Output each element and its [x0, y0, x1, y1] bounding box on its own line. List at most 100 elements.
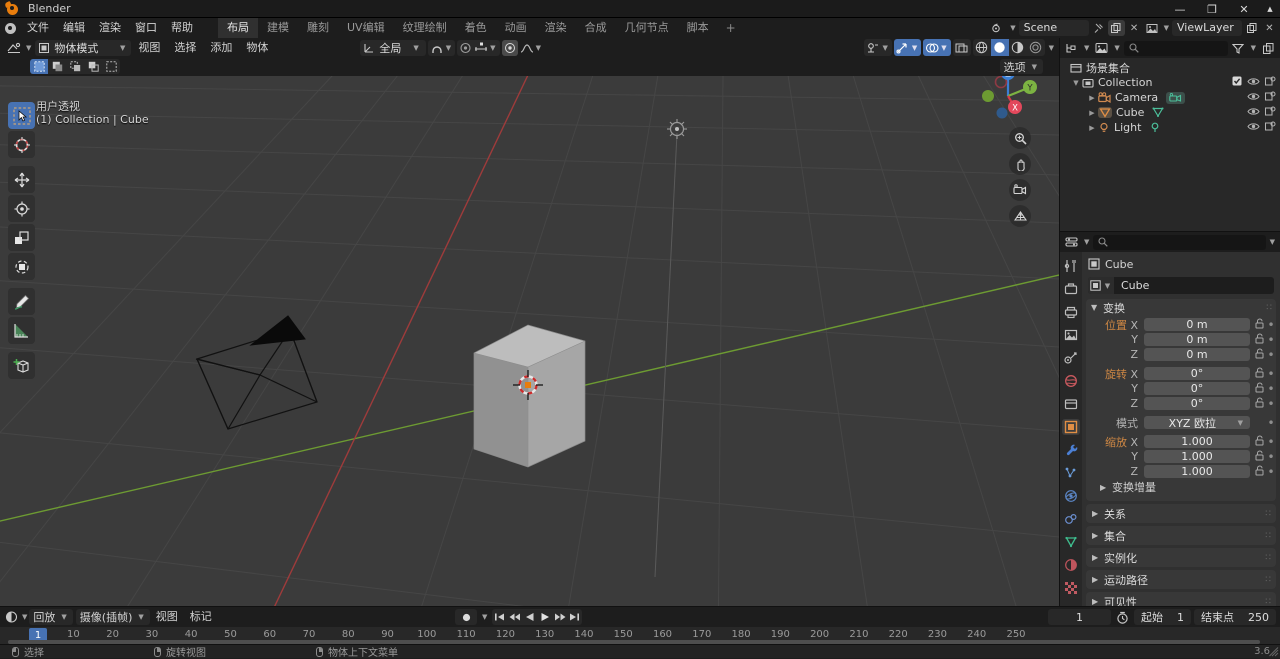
timeline-editor[interactable]: ▼ 回放 ▼ 摄像(插帧) ▼ 视图 标记 ▼ [0, 606, 1280, 644]
rotation-y-animate-icon[interactable]: • [1266, 382, 1276, 396]
physics-tab[interactable] [1062, 488, 1080, 504]
camera-disable-render-icon[interactable] [1265, 91, 1276, 104]
location-y-animate-icon[interactable]: • [1266, 333, 1276, 347]
light-disable-render-icon[interactable] [1265, 121, 1276, 134]
location-y-lock-icon[interactable] [1253, 333, 1266, 347]
outliner-new-collection-icon[interactable] [1260, 40, 1277, 56]
rotation-mode-animate-icon[interactable]: • [1266, 416, 1276, 430]
scale-x-field[interactable]: 1.000 [1144, 435, 1250, 448]
select-extend-mode-icon[interactable] [48, 59, 66, 74]
material-tab[interactable] [1062, 557, 1080, 573]
visibility-chevron-icon[interactable]: ▼ [882, 44, 887, 52]
light-data-icon[interactable] [1149, 122, 1161, 133]
outliner-display-mode-icon[interactable] [1093, 40, 1110, 56]
object-data-tab[interactable] [1062, 534, 1080, 550]
motion-paths-panel[interactable]: ▶ 运动路径 ∷ [1086, 570, 1276, 589]
camera-view-button[interactable] [1009, 179, 1031, 201]
viewlayer-browse-chevron-icon[interactable]: ▼ [1164, 24, 1169, 32]
outliner-row-camera[interactable]: ▶ Camera [1060, 90, 1280, 105]
rotation-x-animate-icon[interactable]: • [1266, 367, 1276, 381]
collection-checkbox[interactable] [1232, 76, 1242, 89]
location-z-field[interactable]: 0 m [1144, 348, 1250, 361]
collection-tab[interactable] [1062, 396, 1080, 412]
snap-controls[interactable]: ▼ [428, 40, 455, 56]
workspace-tab-layout[interactable]: 布局 [218, 18, 258, 38]
rotation-z-field[interactable]: 0° [1144, 397, 1250, 410]
rotation-z-animate-icon[interactable]: • [1266, 397, 1276, 411]
close-button[interactable]: ✕ [1228, 0, 1260, 18]
tool-cursor[interactable] [8, 131, 35, 158]
object-name-field[interactable]: Cube [1121, 279, 1149, 292]
mesh-data-icon[interactable] [1152, 107, 1164, 118]
light-hide-eye-icon[interactable] [1247, 121, 1260, 134]
playback-menu[interactable]: 回放 ▼ [29, 609, 72, 625]
workspace-tab-rendering[interactable]: 渲染 [536, 18, 576, 38]
collection-hide-eye-icon[interactable] [1247, 76, 1260, 89]
cube-disclosure-icon[interactable]: ▶ [1086, 109, 1098, 117]
rotation-y-field[interactable]: 0° [1144, 382, 1250, 395]
texture-tab[interactable] [1062, 580, 1080, 596]
falloff-chevron-icon[interactable]: ▼ [490, 44, 495, 52]
tool-annotate[interactable] [8, 288, 35, 315]
outliner-editor-type-icon[interactable] [1063, 40, 1080, 56]
outliner-row-cube[interactable]: ▶ Cube [1060, 105, 1280, 120]
timeline-editor-chevron-icon[interactable]: ▼ [22, 613, 27, 621]
overlay-chevron-icon[interactable]: ▼ [941, 44, 946, 52]
zoom-view-button[interactable] [1009, 127, 1031, 149]
play-reverse-button[interactable] [522, 609, 537, 625]
collections-panel[interactable]: ▶ 集合 ∷ [1086, 526, 1276, 545]
proportional-edit-controls[interactable]: ▼ [457, 40, 499, 56]
scene-browse-chevron-icon[interactable]: ▼ [1010, 24, 1015, 32]
relations-panel[interactable]: ▶ 关系 ∷ [1086, 504, 1276, 523]
proportional-falloff-icon[interactable] [474, 42, 488, 54]
falloff-curve-selector[interactable]: ▼ [520, 42, 543, 54]
falloff-curve-chevron-icon[interactable]: ▼ [536, 44, 541, 52]
render-tab[interactable] [1062, 281, 1080, 297]
timeline-ruler[interactable]: ▶ 10203040506070809010011012013014015016… [0, 627, 1280, 644]
editor-type-chevron-icon[interactable]: ▼ [26, 44, 31, 52]
new-scene-icon[interactable] [1108, 20, 1125, 36]
visibility-panel[interactable]: ▶ 可见性 ∷ [1086, 592, 1276, 606]
instancing-panel[interactable]: ▶ 实例化 ∷ [1086, 548, 1276, 567]
current-frame-field[interactable]: 1 [1048, 609, 1111, 625]
jump-to-end-button[interactable] [567, 609, 582, 625]
scene-name-field[interactable]: Scene [1019, 20, 1089, 36]
transform-panel-header[interactable]: ▼ 变换 ∷ [1086, 299, 1276, 316]
workspace-tab-animation[interactable]: 动画 [496, 18, 536, 38]
play-button[interactable] [537, 609, 552, 625]
viewport-options-chevron-icon[interactable]: ▼ [1032, 63, 1037, 71]
shading-wireframe-button[interactable] [973, 39, 991, 56]
shading-material-preview-button[interactable] [1009, 39, 1027, 56]
workspace-tab-uv-editing[interactable]: UV编辑 [338, 18, 394, 38]
keying-menu[interactable]: 摄像(插帧) ▼ [76, 609, 150, 625]
outliner-row-light[interactable]: ▶ Light [1060, 120, 1280, 135]
world-tab[interactable] [1062, 373, 1080, 389]
outliner-editor[interactable]: ▼ ▼ ▼ 场景集合 ▼ Collection [1059, 38, 1280, 231]
location-z-animate-icon[interactable]: • [1266, 348, 1276, 362]
tool-tab[interactable] [1062, 258, 1080, 274]
overlay-controls[interactable]: ▼ [923, 39, 950, 56]
keying-chevron-icon[interactable]: ▼ [138, 613, 143, 621]
outliner-filter-chevron-icon[interactable]: ▼ [1251, 44, 1256, 52]
select-box-mode-icon[interactable] [30, 59, 48, 74]
properties-editor-chevron-icon[interactable]: ▼ [1084, 238, 1089, 246]
object-id-icon[interactable]: ▼ [1088, 277, 1114, 294]
rotation-mode-dropdown[interactable]: XYZ 欧拉 ▼ [1144, 416, 1250, 429]
rotation-x-field[interactable]: 0° [1144, 367, 1250, 380]
outliner-display-chevron-icon[interactable]: ▼ [1114, 44, 1119, 52]
outliner-filter-icon[interactable] [1230, 40, 1247, 56]
collections-chevron-icon[interactable]: ▶ [1092, 531, 1099, 540]
cube-disable-render-icon[interactable] [1265, 106, 1276, 119]
auto-keying-button[interactable] [455, 609, 477, 625]
timeline-editor-type-icon[interactable] [3, 609, 20, 625]
workspace-tab-compositing[interactable]: 合成 [576, 18, 616, 38]
scale-z-field[interactable]: 1.000 [1144, 465, 1250, 478]
tool-move[interactable] [8, 166, 35, 193]
modifier-tab[interactable] [1062, 442, 1080, 458]
gizmo-controls[interactable]: ▼ [894, 39, 921, 56]
outliner-search-input[interactable] [1124, 41, 1228, 56]
constraint-tab[interactable] [1062, 511, 1080, 527]
outliner-row-collection[interactable]: ▼ Collection [1060, 75, 1280, 90]
shading-rendered-button[interactable] [1027, 39, 1045, 56]
object-tab[interactable] [1062, 419, 1080, 435]
